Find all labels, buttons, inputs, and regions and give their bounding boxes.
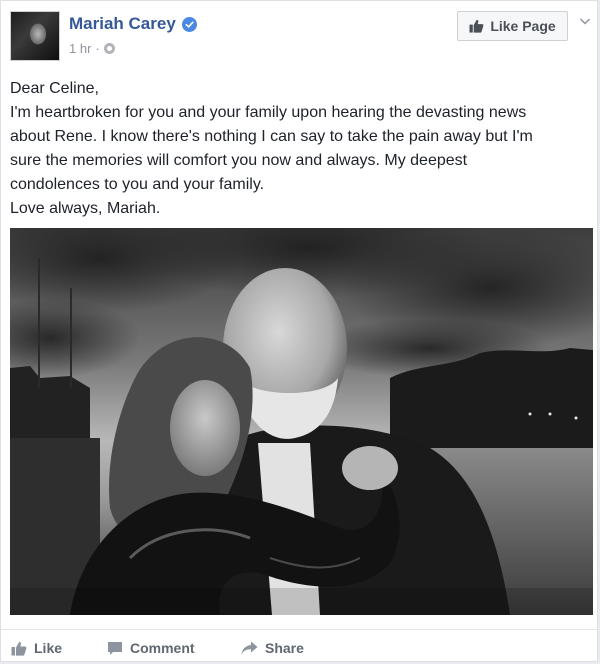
post-text-line: condolences to you and your family. xyxy=(10,176,265,193)
share-icon xyxy=(241,641,258,655)
page-avatar[interactable] xyxy=(10,11,60,61)
photo-image xyxy=(10,228,593,615)
verified-badge-icon xyxy=(181,16,197,32)
like-button[interactable]: Like xyxy=(11,640,62,656)
thumbs-up-icon xyxy=(469,19,484,33)
post-timestamp[interactable]: 1 hr xyxy=(69,41,91,56)
post-body-text: Dear Celine, I'm heartbroken for you and… xyxy=(10,77,590,221)
post-header: Mariah Carey xyxy=(69,14,197,34)
comment-button[interactable]: Comment xyxy=(107,640,195,656)
like-page-button[interactable]: Like Page xyxy=(457,11,568,41)
post-text-line: sure the memories will comfort you now a… xyxy=(10,152,468,169)
thumbs-up-icon xyxy=(11,641,27,656)
post-text-line: about Rene. I know there's nothing I can… xyxy=(10,128,533,145)
page-name-link[interactable]: Mariah Carey xyxy=(69,14,176,34)
globe-icon xyxy=(103,43,115,54)
share-button[interactable]: Share xyxy=(241,640,304,656)
share-label: Share xyxy=(265,640,304,656)
post-text-line: I'm heartbroken for you and your family … xyxy=(10,104,527,121)
post-meta: 1 hr · xyxy=(69,41,115,56)
comment-label: Comment xyxy=(130,640,195,656)
post-text-line: Dear Celine, xyxy=(10,80,99,97)
post-actions-bar: Like Comment Share xyxy=(1,629,599,664)
post-text-line: Love always, Mariah. xyxy=(10,200,161,217)
chevron-down-icon[interactable] xyxy=(579,15,591,27)
like-label: Like xyxy=(34,640,63,656)
like-page-label: Like Page xyxy=(490,18,556,34)
comment-icon xyxy=(108,641,122,655)
meta-separator: · xyxy=(95,41,100,56)
post-photo[interactable] xyxy=(10,228,593,615)
post-card: Mariah Carey 1 hr · Like Page Dear Celin… xyxy=(0,0,599,664)
